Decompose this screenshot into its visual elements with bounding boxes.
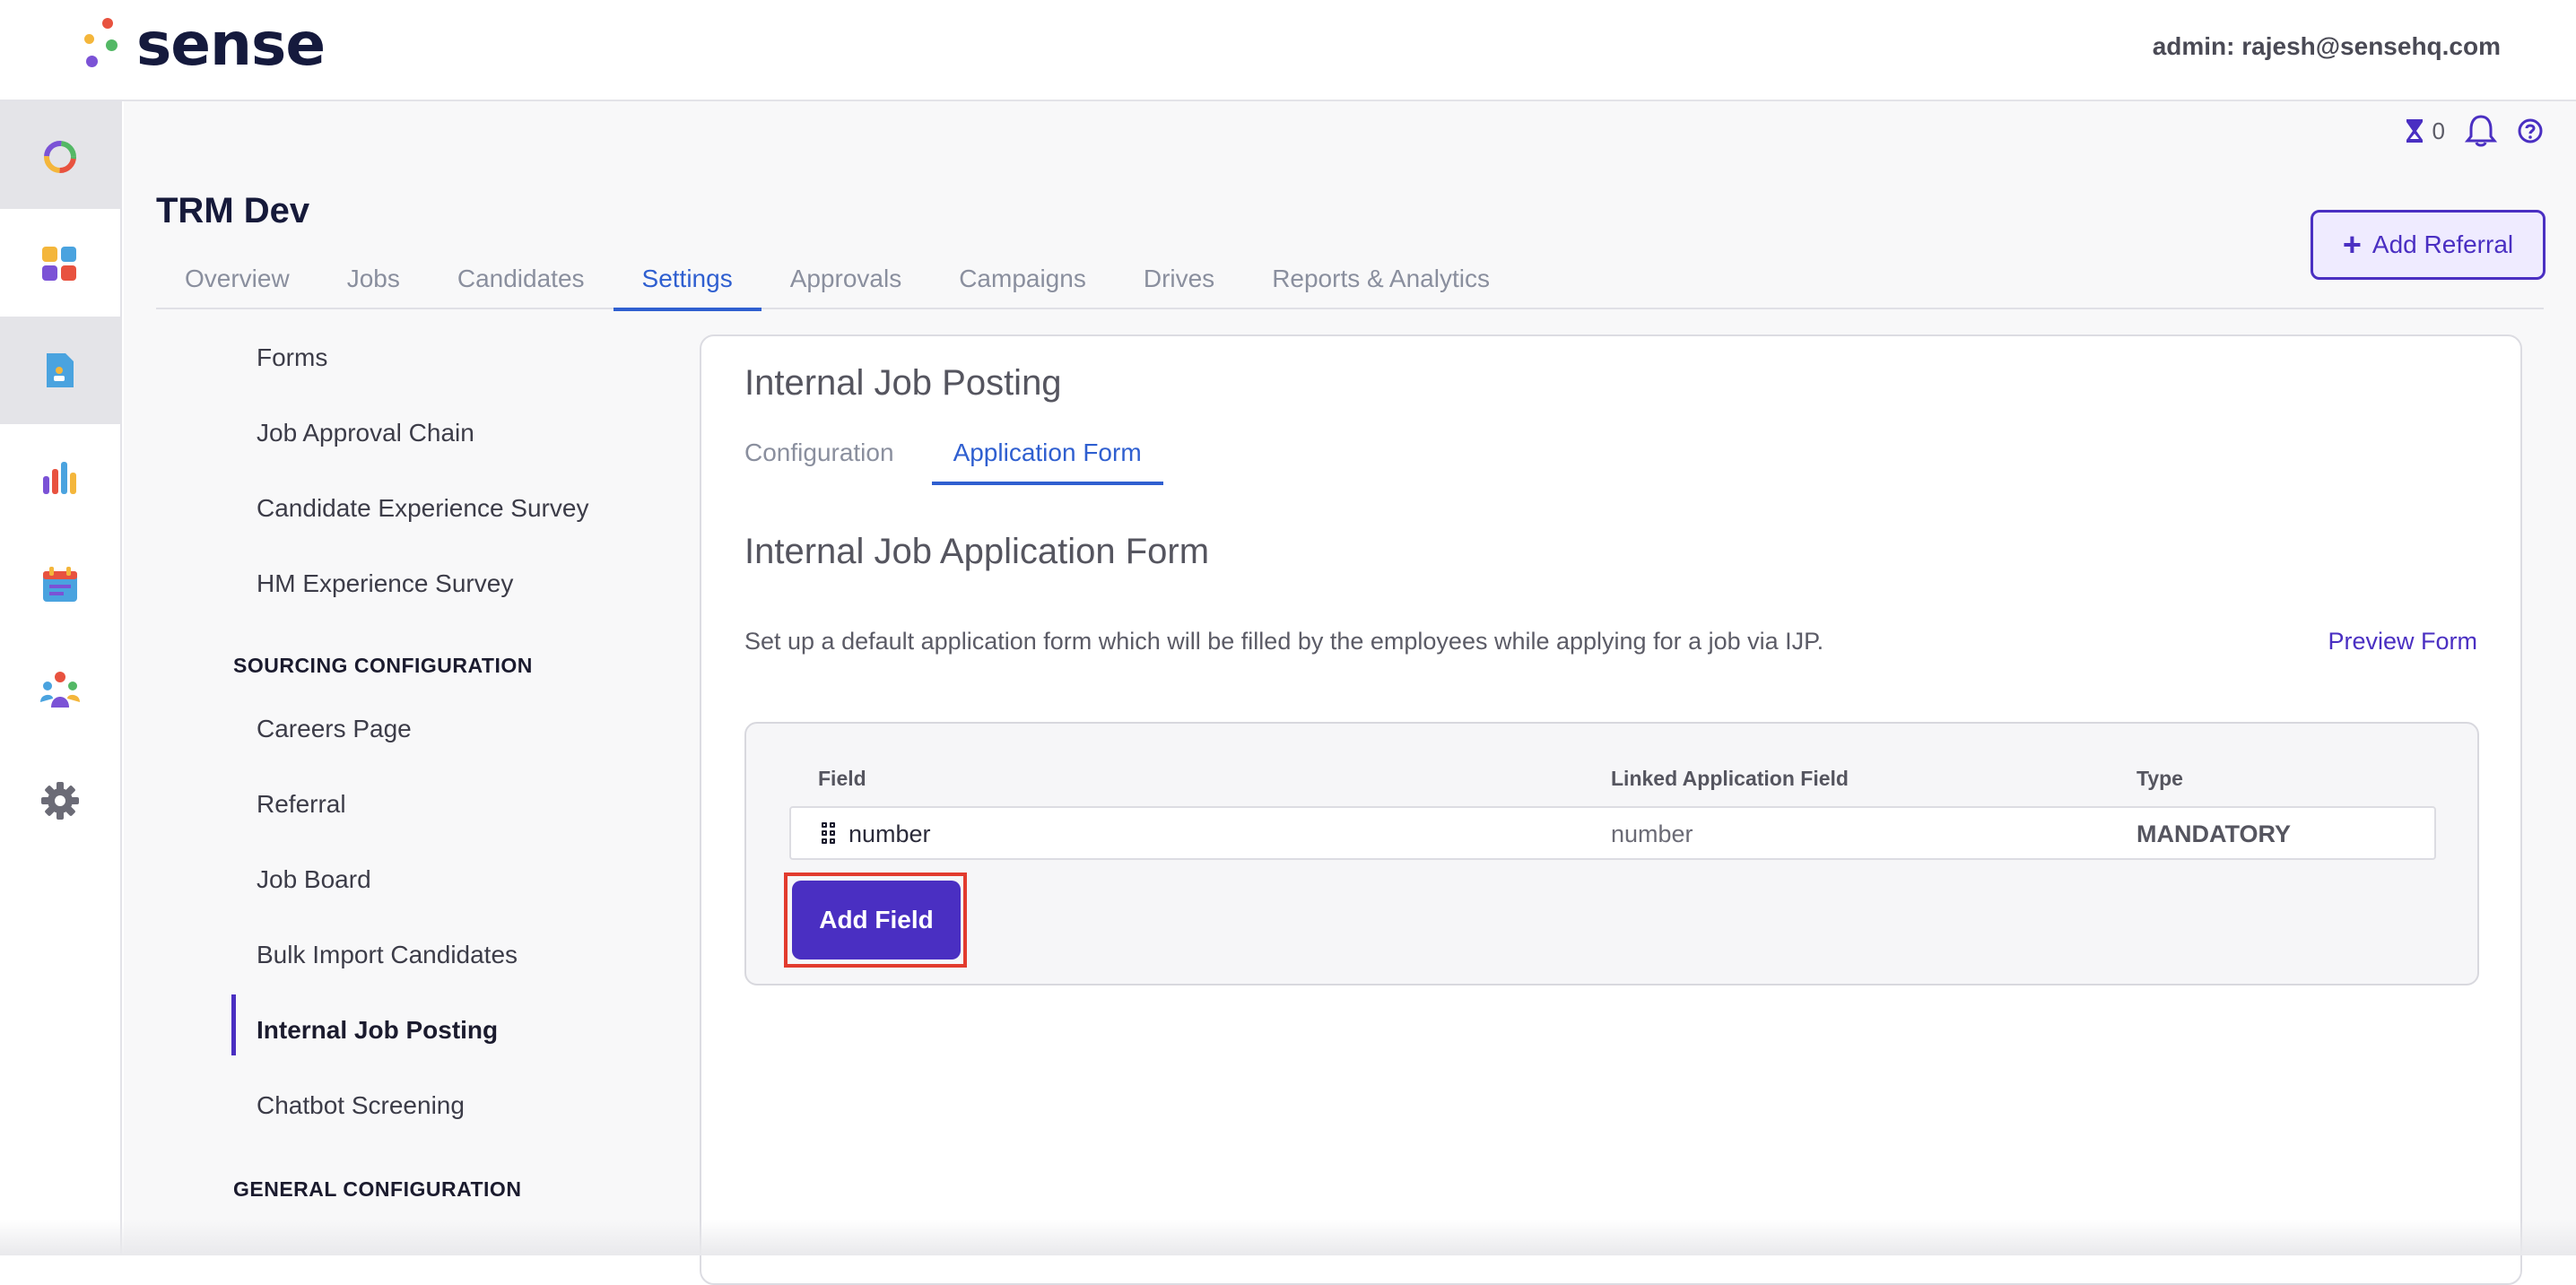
apps-grid-icon[interactable] <box>40 245 78 282</box>
tab-approvals[interactable]: Approvals <box>761 254 931 309</box>
active-item-indicator <box>231 994 236 1055</box>
add-referral-label: Add Referral <box>2371 230 2514 258</box>
tab-configuration[interactable]: Configuration <box>744 438 894 485</box>
field-name-cell: number <box>849 820 931 847</box>
tab-reports-analytics[interactable]: Reports & Analytics <box>1243 254 1519 309</box>
column-header-field: Field <box>818 767 866 790</box>
subnav-item-bulk-import-candidates[interactable]: Bulk Import Candidates <box>257 941 518 969</box>
type-cell: MANDATORY <box>2137 820 2291 847</box>
admin-account-label[interactable]: admin: rajesh@sensehq.com <box>2153 32 2501 61</box>
fields-table: Field Linked Application Field Type numb… <box>744 722 2479 985</box>
main-tabs: Overview Jobs Candidates Settings Approv… <box>156 254 2544 311</box>
tab-campaigns[interactable]: Campaigns <box>930 254 1115 309</box>
form-title: Internal Job Application Form <box>744 532 1210 571</box>
add-referral-button[interactable]: + Add Referral <box>2311 210 2546 280</box>
linked-field-cell: number <box>1611 820 1693 847</box>
logo-text: sense <box>136 10 326 79</box>
logo-dots-icon <box>81 16 120 74</box>
calendar-icon[interactable] <box>40 566 80 603</box>
project-title: TRM Dev <box>156 191 310 230</box>
subnav-item-internal-job-posting[interactable]: Internal Job Posting <box>257 1016 498 1045</box>
people-group-icon[interactable] <box>39 670 82 711</box>
sense-logo[interactable]: sense <box>81 10 326 79</box>
add-field-highlight: Add Field <box>784 873 967 968</box>
bottom-shadow <box>0 1220 2576 1255</box>
subnav-item-careers-page[interactable]: Careers Page <box>257 715 412 743</box>
subnav-item-candidate-experience-survey[interactable]: Candidate Experience Survey <box>257 494 588 523</box>
top-bar: sense admin: rajesh@sensehq.com <box>0 0 2576 101</box>
tab-drives[interactable]: Drives <box>1115 254 1243 309</box>
preview-form-link[interactable]: Preview Form <box>2328 628 2477 656</box>
drag-handle-icon[interactable] <box>822 822 838 846</box>
help-icon[interactable] <box>2517 117 2544 144</box>
column-header-linked-field: Linked Application Field <box>1611 767 1849 790</box>
document-person-icon[interactable] <box>44 351 76 390</box>
subnav-item-job-approval-chain[interactable]: Job Approval Chain <box>257 419 474 447</box>
general-configuration-heading: GENERAL CONFIGURATION <box>233 1177 522 1201</box>
dashboard-ring-icon[interactable] <box>40 137 80 177</box>
add-field-button[interactable]: Add Field <box>792 881 961 959</box>
utility-bar: 0 <box>2404 114 2544 148</box>
form-description: Set up a default application form which … <box>744 628 1824 655</box>
tab-application-form[interactable]: Application Form <box>931 438 1163 485</box>
timer-count: 0 <box>2432 117 2445 144</box>
panel-tabs: Configuration Application Form <box>744 438 1163 485</box>
subnav-item-chatbot-screening[interactable]: Chatbot Screening <box>257 1091 465 1120</box>
tab-candidates[interactable]: Candidates <box>429 254 614 309</box>
tab-overview[interactable]: Overview <box>156 254 318 309</box>
panel-title: Internal Job Posting <box>744 363 1062 403</box>
subnav-item-hm-experience-survey[interactable]: HM Experience Survey <box>257 569 513 598</box>
subnav-item-job-board[interactable]: Job Board <box>257 865 371 894</box>
table-row[interactable]: number number MANDATORY <box>789 806 2436 860</box>
column-header-type: Type <box>2137 767 2183 790</box>
hourglass-icon[interactable] <box>2404 117 2425 144</box>
rail-icon-stack <box>0 101 120 1255</box>
tab-settings[interactable]: Settings <box>613 254 761 311</box>
main-content: 0 TRM Dev Overview Jobs Candidates Setti… <box>124 101 2576 1285</box>
subnav-item-referral[interactable]: Referral <box>257 790 346 819</box>
sourcing-configuration-heading: SOURCING CONFIGURATION <box>233 654 533 677</box>
bar-chart-icon[interactable] <box>40 460 80 496</box>
settings-panel: Internal Job Posting Configuration Appli… <box>700 334 2522 1285</box>
plus-icon: + <box>2342 226 2362 263</box>
tab-jobs[interactable]: Jobs <box>318 254 429 309</box>
gear-icon[interactable] <box>40 781 80 820</box>
subnav-item-forms[interactable]: Forms <box>257 343 327 372</box>
bell-icon[interactable] <box>2465 114 2497 148</box>
